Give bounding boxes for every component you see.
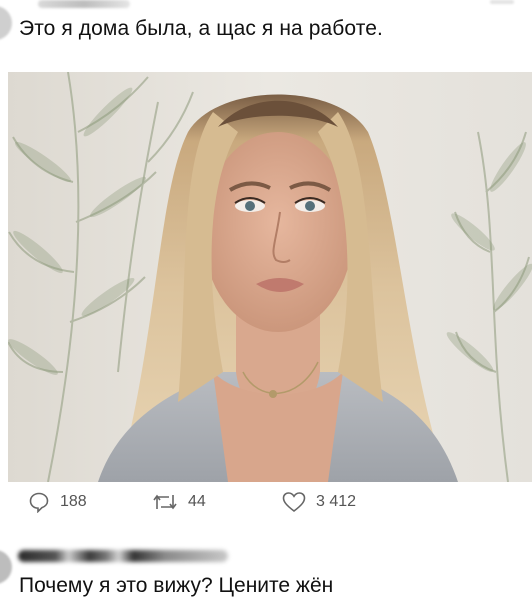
reply-action[interactable]: 188 xyxy=(28,490,87,514)
post-actions: 188 44 3 412 xyxy=(0,484,532,524)
reply-author-name-redacted xyxy=(18,550,228,562)
author-avatar[interactable] xyxy=(0,6,12,40)
reply-post: Почему я это вижу? Цените жён xyxy=(0,540,532,604)
post-header: Это я дома была, а щас я на работе. xyxy=(0,0,532,72)
author-name-redacted xyxy=(38,0,130,8)
post-text: Это я дома была, а щас я на работе. xyxy=(19,17,383,40)
repost-count: 44 xyxy=(188,493,206,510)
comment-icon xyxy=(29,492,49,513)
heart-icon xyxy=(282,492,306,513)
reply-text: Почему я это вижу? Цените жён xyxy=(19,574,334,597)
like-count: 3 412 xyxy=(316,493,357,510)
like-action[interactable]: 3 412 xyxy=(282,490,356,514)
repost-icon xyxy=(153,494,177,510)
more-options-icon[interactable] xyxy=(490,0,514,4)
repost-action[interactable]: 44 xyxy=(152,490,206,514)
reply-count: 188 xyxy=(60,493,87,510)
reply-author-avatar[interactable] xyxy=(0,550,12,584)
post-photo[interactable] xyxy=(8,72,532,482)
